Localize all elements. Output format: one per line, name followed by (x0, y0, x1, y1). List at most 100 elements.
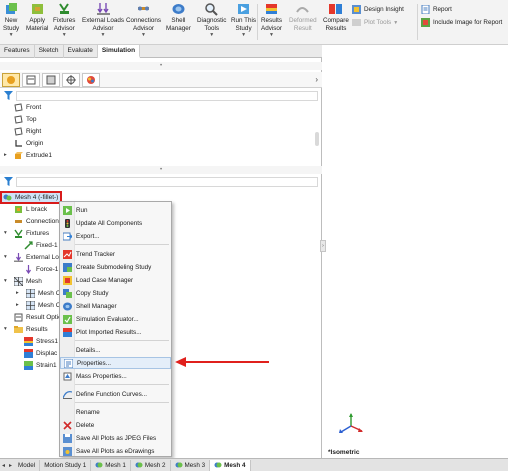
feature-manager-tab[interactable] (2, 73, 20, 87)
study-icon (135, 462, 143, 468)
tab-mesh-1[interactable]: Mesh 1 (91, 459, 131, 471)
simulation-tree-filter (2, 176, 318, 188)
connections-icon (138, 6, 149, 11)
tree-item-connections[interactable]: Connection (14, 216, 59, 227)
appearance-icon (87, 76, 95, 84)
chevron-left-icon[interactable]: ◂ (0, 462, 7, 469)
tree-item-part[interactable]: L brack (14, 204, 47, 215)
compare-results-button[interactable]: Compare Results (323, 2, 349, 33)
feature-tree-scrollbar[interactable] (315, 132, 319, 146)
menu-item-copy-study[interactable]: Copy Study (60, 287, 171, 299)
chevron-down-icon[interactable]: ▾ (4, 254, 7, 260)
include-image-for-report-button[interactable]: Include Image for Report (421, 18, 502, 27)
tab-mesh-4[interactable]: Mesh 4 (210, 459, 251, 471)
menu-item-trend-tracker[interactable]: Trend Tracker (60, 248, 171, 260)
feature-tree-filter-input[interactable] (16, 91, 318, 101)
configuration-icon (46, 75, 56, 85)
extrude-icon (15, 152, 23, 159)
chevron-right-icon[interactable]: ▸ (16, 290, 19, 296)
menu-item-shell-manager[interactable]: Shell Manager (60, 300, 171, 312)
tab-sketch[interactable]: Sketch (35, 45, 64, 58)
menu-item-create-submodeling-study[interactable]: Create Submodeling Study (60, 261, 171, 273)
design-insight-button[interactable]: Design Insight (352, 5, 404, 14)
apply-material-button[interactable]: Apply Material (26, 2, 48, 33)
menu-item-properties[interactable]: Properties... (60, 357, 171, 369)
panel-splitter[interactable]: • (0, 62, 322, 70)
mesh-control-icon (26, 301, 35, 310)
fixtures-advisor-button[interactable]: Fixtures Advisor ▼ (53, 2, 75, 38)
menu-item-run[interactable]: Run (60, 204, 171, 216)
menu-item-export[interactable]: Export... (60, 230, 171, 242)
tree-item-mesh-control-1[interactable]: Mesh C (26, 288, 60, 299)
chevron-down-icon[interactable]: ▾ (4, 230, 7, 236)
chevron-down-icon[interactable]: ▾ (4, 326, 7, 332)
tree-item-displacement1[interactable]: Displac (24, 348, 57, 359)
tree-item-result-options[interactable]: Result Optio (14, 312, 62, 323)
tab-simulation[interactable]: Simulation (97, 45, 141, 58)
filter-icon[interactable] (4, 91, 13, 100)
tree-item-stress1[interactable]: Stress1 (24, 336, 58, 347)
mass-properties-icon (63, 372, 72, 380)
menu-item-update-all-components[interactable]: Update All Components (60, 217, 171, 229)
chevron-right-icon[interactable]: ▸ (4, 152, 7, 158)
shell-manager-button[interactable]: Shell Manager (166, 2, 191, 33)
connections-advisor-button[interactable]: Connections Advisor ▼ (126, 2, 161, 38)
run-this-study-button[interactable]: Run This Study ▼ (231, 2, 256, 38)
tree-item-external-loads[interactable]: External Lo (14, 252, 59, 263)
study-mesh-4[interactable]: Mesh 4 (-fillet-) (3, 192, 58, 203)
tab-motion-study-1[interactable]: Motion Study 1 (40, 459, 92, 471)
graphics-area[interactable] (322, 45, 508, 458)
menu-item-simulation-evaluator[interactable]: Simulation Evaluator... (60, 313, 171, 325)
simulation-tree-filter-input[interactable] (16, 177, 318, 187)
tab-evaluate[interactable]: Evaluate (64, 45, 98, 58)
filter-icon[interactable] (4, 177, 13, 186)
plot-tools-button[interactable]: Plot Tools ▼ (352, 18, 398, 27)
menu-item-mass-properties[interactable]: Mass Properties... (60, 370, 171, 382)
property-manager-tab[interactable] (22, 73, 40, 87)
plane-icon (14, 127, 23, 136)
tree-item-front-plane[interactable]: Front (14, 102, 41, 113)
tab-mesh-2[interactable]: Mesh 2 (131, 459, 171, 471)
tree-item-strain1[interactable]: Strain1 (24, 360, 57, 371)
menu-item-save-plots-jpeg[interactable]: Save All Plots as JPEG Files (60, 432, 171, 444)
dimxpert-tab[interactable] (62, 73, 80, 87)
deformed-result-button[interactable]: Deformed Result (289, 2, 317, 33)
tab-features[interactable]: Features (0, 45, 35, 58)
panel-collapse-grip[interactable]: › (320, 240, 326, 252)
diagnostic-tools-button[interactable]: Diagnostic Tools ▼ (197, 2, 226, 38)
save-edrawings-icon (63, 446, 72, 456)
panel-splitter[interactable]: • (0, 166, 322, 174)
menu-item-load-case-manager[interactable]: Load Case Manager (60, 274, 171, 286)
tree-item-extrude1[interactable]: Extrude1 (14, 150, 52, 161)
chevron-right-icon[interactable]: ▸ (7, 462, 14, 469)
chevron-down-icon[interactable]: ▾ (4, 278, 7, 284)
report-button[interactable]: Report (421, 5, 452, 14)
chevron-right-icon[interactable]: › (315, 75, 318, 84)
shell-manager-icon (63, 302, 72, 310)
external-loads-advisor-button[interactable]: External Loads Advisor ▼ (82, 2, 124, 38)
tree-item-fixed-1[interactable]: Fixed-1 (24, 240, 58, 251)
tree-item-force-1[interactable]: Force-1 (24, 264, 58, 275)
results-advisor-button[interactable]: Results Advisor ▼ (261, 2, 282, 38)
result-options-icon (14, 313, 23, 322)
menu-item-details[interactable]: Details... (60, 344, 171, 356)
configuration-manager-tab[interactable] (42, 73, 60, 87)
tree-item-fixtures[interactable]: Fixtures (14, 228, 49, 239)
tree-item-results[interactable]: Results (14, 324, 48, 335)
display-manager-tab[interactable] (82, 73, 100, 87)
menu-item-rename[interactable]: Rename (60, 406, 171, 418)
tree-item-top-plane[interactable]: Top (14, 114, 36, 125)
tab-mesh-3[interactable]: Mesh 3 (171, 459, 211, 471)
menu-item-delete[interactable]: Delete (60, 419, 171, 431)
tree-item-right-plane[interactable]: Right (14, 126, 41, 137)
new-study-button[interactable]: New Study ▼ (3, 2, 19, 38)
menu-item-plot-imported-results[interactable]: Plot Imported Results... (60, 326, 171, 338)
chevron-right-icon[interactable]: ▸ (16, 302, 19, 308)
tree-item-origin[interactable]: Origin (14, 138, 43, 149)
menu-item-save-plots-edrawings[interactable]: Save All Plots as eDrawings (60, 445, 171, 457)
tree-item-mesh-control-2[interactable]: Mesh C (26, 300, 60, 311)
menu-item-define-function-curves[interactable]: Define Function Curves... (60, 388, 171, 400)
property-manager-icon (26, 75, 36, 85)
tree-item-mesh[interactable]: Mesh (14, 276, 42, 287)
tab-model[interactable]: Model (14, 459, 41, 471)
